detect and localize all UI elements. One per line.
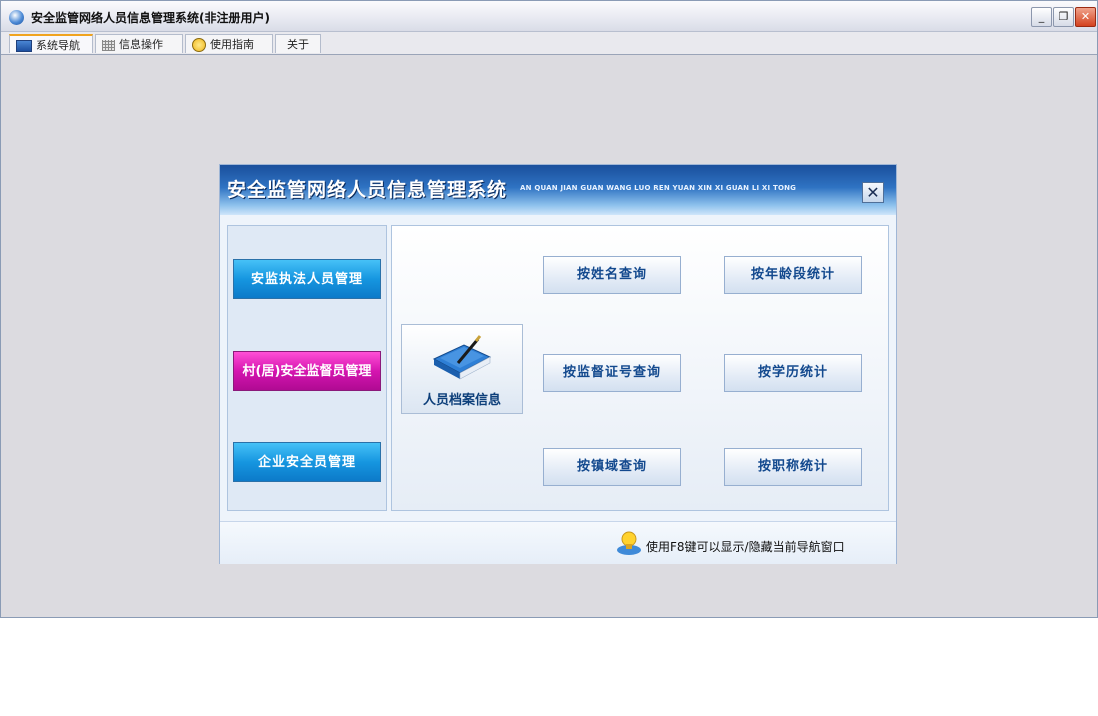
app-icon bbox=[9, 10, 24, 25]
stats-by-education-button[interactable]: 按学历统计 bbox=[724, 354, 862, 392]
tab-about[interactable]: 关于 bbox=[275, 34, 321, 53]
main-window: 安全监管网络人员信息管理系统(非注册用户) _ ❐ ✕ 系统导航 信息操作 使用… bbox=[0, 0, 1098, 618]
window-title: 安全监管网络人员信息管理系统(非注册用户) bbox=[31, 11, 270, 25]
panel-pinyin-subtitle: AN QUAN JIAN GUAN WANG LUO REN YUAN XIN … bbox=[520, 184, 797, 192]
tab-label: 信息操作 bbox=[119, 38, 163, 51]
tab-label: 系统导航 bbox=[36, 39, 80, 52]
panel-close-button[interactable]: ✕ bbox=[862, 182, 884, 203]
stats-by-title-button[interactable]: 按职称统计 bbox=[724, 448, 862, 486]
monitor-icon bbox=[16, 40, 32, 52]
book-icon bbox=[432, 335, 492, 380]
close-button[interactable]: ✕ bbox=[1075, 7, 1096, 27]
archive-label: 人员档案信息 bbox=[422, 393, 501, 408]
query-by-town-button[interactable]: 按镇域查询 bbox=[543, 448, 681, 486]
footer-hint: 使用F8键可以显示/隐藏当前导航窗口 bbox=[646, 540, 845, 554]
panel-footer: 使用F8键可以显示/隐藏当前导航窗口 bbox=[220, 521, 896, 564]
minimize-button[interactable]: _ bbox=[1031, 7, 1052, 27]
personnel-archive-button[interactable]: 人员档案信息 bbox=[401, 324, 523, 414]
enterprise-safety-officer-button[interactable]: 企业安全员管理 bbox=[233, 442, 381, 482]
grid-icon bbox=[102, 39, 115, 51]
smiley-icon bbox=[192, 38, 206, 52]
function-area: 人员档案信息 按姓名查询 按年龄段统计 按监督证号查询 按学历统计 按镇域查询 … bbox=[391, 225, 889, 511]
tab-system-nav[interactable]: 系统导航 bbox=[9, 34, 93, 53]
query-by-cert-number-button[interactable]: 按监督证号查询 bbox=[543, 354, 681, 392]
village-supervisor-button[interactable]: 村(居)安全监督员管理 bbox=[233, 351, 381, 391]
panel-header: 安全监管网络人员信息管理系统 AN QUAN JIAN GUAN WANG LU… bbox=[220, 165, 896, 215]
left-menu: 安监执法人员管理 村(居)安全监督员管理 企业安全员管理 bbox=[227, 225, 387, 511]
tab-label: 使用指南 bbox=[210, 38, 254, 51]
navigation-panel: 安全监管网络人员信息管理系统 AN QUAN JIAN GUAN WANG LU… bbox=[219, 164, 897, 564]
tab-bar: 系统导航 信息操作 使用指南 关于 bbox=[1, 32, 1097, 55]
stats-by-age-button[interactable]: 按年龄段统计 bbox=[724, 256, 862, 294]
tab-label: 关于 bbox=[287, 38, 309, 51]
restore-button[interactable]: ❐ bbox=[1053, 7, 1074, 27]
tab-user-guide[interactable]: 使用指南 bbox=[185, 34, 273, 53]
law-enforcement-staff-button[interactable]: 安监执法人员管理 bbox=[233, 259, 381, 299]
query-by-name-button[interactable]: 按姓名查询 bbox=[543, 256, 681, 294]
lightbulb-icon bbox=[617, 531, 641, 555]
title-bar[interactable]: 安全监管网络人员信息管理系统(非注册用户) _ ❐ ✕ bbox=[1, 1, 1097, 32]
panel-title: 安全监管网络人员信息管理系统 bbox=[227, 179, 508, 201]
tab-info-ops[interactable]: 信息操作 bbox=[95, 34, 183, 53]
